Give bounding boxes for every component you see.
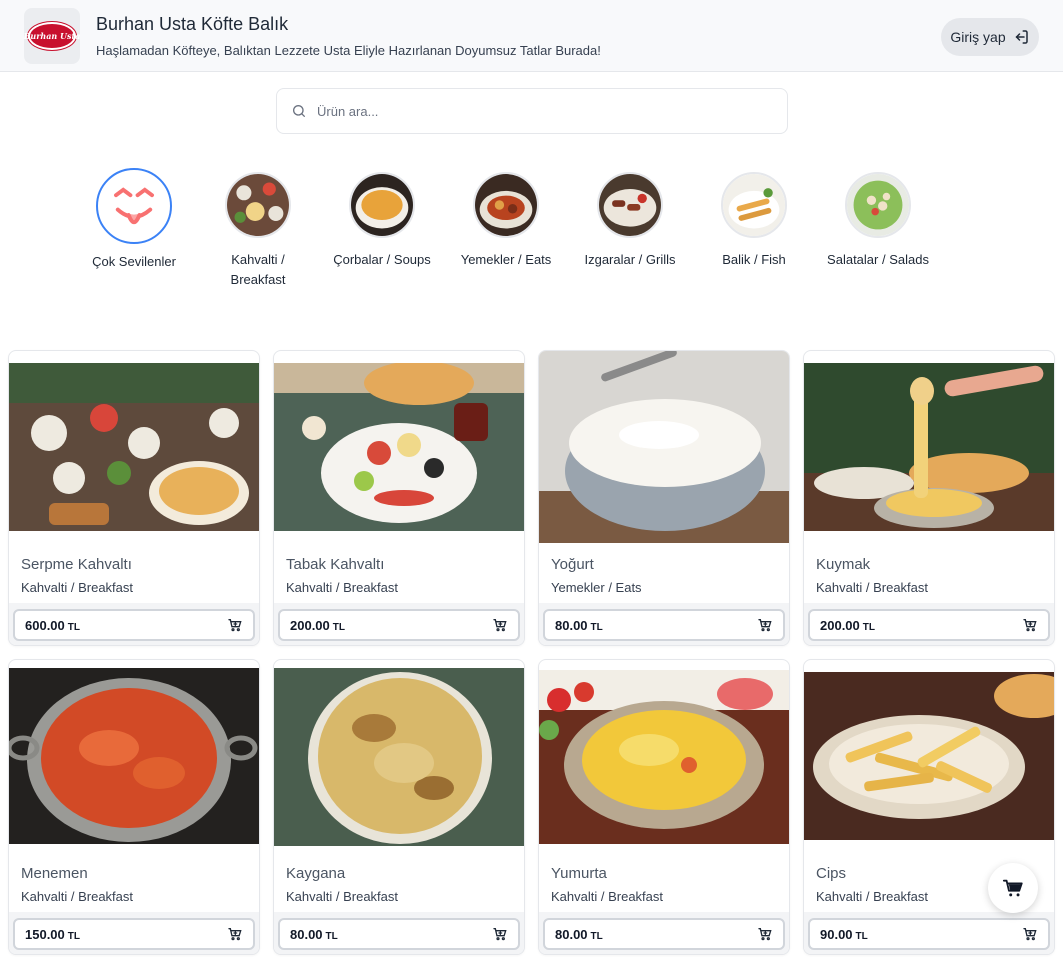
product-category: Kahvalti / Breakfast xyxy=(816,889,928,904)
category-cok-sevilenler[interactable]: Çok Sevilenler xyxy=(79,168,189,272)
stew-photo xyxy=(473,172,539,238)
header: Burhan Usta Burhan Usta Köfte Balık Haşl… xyxy=(0,0,1063,72)
product-price: 90.00 TL xyxy=(820,926,868,942)
product-name: Kuymak xyxy=(816,556,871,573)
category-yemekler[interactable]: Yemekler / Eats xyxy=(451,168,561,270)
search-bar xyxy=(276,88,788,134)
add-to-cart-button[interactable]: 150.00 TL xyxy=(13,918,255,950)
product-card[interactable]: Tabak Kahvaltı Kahvalti / Breakfast 200.… xyxy=(273,350,525,646)
product-footer: 90.00 TL xyxy=(804,912,1054,954)
category-balik[interactable]: Balik / Fish xyxy=(699,168,809,270)
product-footer: 80.00 TL xyxy=(539,603,789,645)
product-category: Kahvalti / Breakfast xyxy=(286,580,398,595)
product-card[interactable]: Serpme Kahvaltı Kahvalti / Breakfast 600… xyxy=(8,350,260,646)
salad-photo xyxy=(845,172,911,238)
category-salatalar[interactable]: Salatalar / Salads xyxy=(823,168,933,270)
product-category: Kahvalti / Breakfast xyxy=(551,889,663,904)
add-cart-icon xyxy=(228,619,242,632)
product-category: Kahvalti / Breakfast xyxy=(21,889,133,904)
search-icon xyxy=(293,105,305,117)
product-name: Yoğurt xyxy=(551,556,594,573)
login-label: Giriş yap xyxy=(950,29,1006,45)
product-card[interactable]: Kuymak Kahvalti / Breakfast 200.00 TL xyxy=(803,350,1055,646)
add-cart-icon xyxy=(493,928,507,941)
cart-icon xyxy=(1002,879,1023,897)
breakfast-photo xyxy=(225,172,291,238)
add-cart-icon xyxy=(493,619,507,632)
product-image-tabak-kahvalti xyxy=(274,363,524,531)
brand-logo[interactable]: Burhan Usta xyxy=(24,8,80,64)
login-button[interactable]: Giriş yap xyxy=(941,18,1039,56)
smile-tongue-icon xyxy=(96,168,172,244)
category-label: Izgaralar / Grills xyxy=(584,252,676,267)
logo-badge: Burhan Usta xyxy=(24,22,80,50)
add-to-cart-button[interactable]: 600.00 TL xyxy=(13,609,255,641)
product-price: 80.00 TL xyxy=(290,926,338,942)
product-footer: 600.00 TL xyxy=(9,603,259,645)
category-corbalar[interactable]: Çorbalar / Soups xyxy=(327,168,437,270)
product-price: 600.00 TL xyxy=(25,617,80,633)
add-cart-icon xyxy=(1023,928,1037,941)
product-footer: 200.00 TL xyxy=(274,603,524,645)
category-kahvalti[interactable]: Kahvalti / Breakfast xyxy=(203,168,313,290)
category-label: Kahvalti / Breakfast xyxy=(230,252,286,287)
fish-photo xyxy=(721,172,787,238)
add-to-cart-button[interactable]: 80.00 TL xyxy=(543,609,785,641)
product-name: Tabak Kahvaltı xyxy=(286,556,385,573)
product-price: 150.00 TL xyxy=(25,926,80,942)
product-footer: 80.00 TL xyxy=(274,912,524,954)
add-cart-icon xyxy=(228,928,242,941)
category-label: Yemekler / Eats xyxy=(460,252,552,267)
product-footer: 200.00 TL xyxy=(804,603,1054,645)
product-name: Kaygana xyxy=(286,865,346,882)
add-cart-icon xyxy=(758,619,772,632)
product-card[interactable]: Yumurta Kahvalti / Breakfast 80.00 TL xyxy=(538,659,790,955)
product-image-yumurta xyxy=(539,670,789,844)
product-category: Kahvalti / Breakfast xyxy=(21,580,133,595)
product-image-kaygana xyxy=(274,668,524,846)
product-card[interactable]: Kaygana Kahvalti / Breakfast 80.00 TL xyxy=(273,659,525,955)
product-image-kuymak xyxy=(804,363,1054,531)
category-izgaralar[interactable]: Izgaralar / Grills xyxy=(575,168,685,270)
product-image-cips xyxy=(804,672,1054,840)
add-to-cart-button[interactable]: 200.00 TL xyxy=(808,609,1050,641)
product-category: Yemekler / Eats xyxy=(551,580,642,595)
site-title: Burhan Usta Köfte Balık xyxy=(96,14,289,34)
soup-photo xyxy=(349,172,415,238)
add-to-cart-button[interactable]: 200.00 TL xyxy=(278,609,520,641)
product-name: Menemen xyxy=(21,865,88,882)
product-name: Serpme Kahvaltı xyxy=(21,556,132,573)
product-category: Kahvalti / Breakfast xyxy=(816,580,928,595)
product-footer: 150.00 TL xyxy=(9,912,259,954)
add-cart-icon xyxy=(758,928,772,941)
category-label: Balik / Fish xyxy=(722,252,786,267)
category-label: Salatalar / Salads xyxy=(827,252,929,267)
product-image-serpme-kahvalti xyxy=(9,363,259,531)
add-to-cart-button[interactable]: 90.00 TL xyxy=(808,918,1050,950)
cart-button[interactable] xyxy=(988,863,1038,913)
add-to-cart-button[interactable]: 80.00 TL xyxy=(278,918,520,950)
add-to-cart-button[interactable]: 80.00 TL xyxy=(543,918,785,950)
product-category: Kahvalti / Breakfast xyxy=(286,889,398,904)
product-price: 200.00 TL xyxy=(820,617,875,633)
product-image-menemen xyxy=(9,668,259,844)
category-label: Çok Sevilenler xyxy=(92,254,176,269)
product-footer: 80.00 TL xyxy=(539,912,789,954)
login-icon xyxy=(1015,30,1028,44)
product-card[interactable]: Menemen Kahvalti / Breakfast 150.00 TL xyxy=(8,659,260,955)
product-price: 200.00 TL xyxy=(290,617,345,633)
product-price: 80.00 TL xyxy=(555,617,603,633)
product-price: 80.00 TL xyxy=(555,926,603,942)
search-input[interactable] xyxy=(317,103,757,119)
product-name: Cips xyxy=(816,865,847,882)
category-label: Çorbalar / Soups xyxy=(333,252,431,267)
site-subtitle: Haşlamadan Köfteye, Balıktan Lezzete Ust… xyxy=(96,43,601,58)
grill-photo xyxy=(597,172,663,238)
product-image-yogurt xyxy=(539,351,789,543)
add-cart-icon xyxy=(1023,619,1037,632)
product-name: Yumurta xyxy=(551,865,607,882)
product-card[interactable]: Yoğurt Yemekler / Eats 80.00 TL xyxy=(538,350,790,646)
